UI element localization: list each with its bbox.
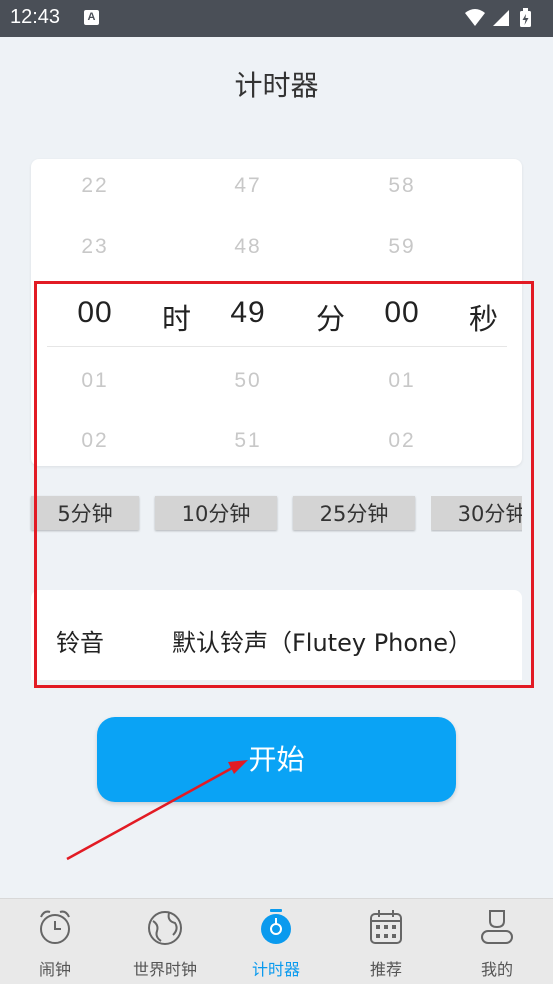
nav-item-world-clock[interactable]: 世界时钟 <box>110 899 220 984</box>
bottom-nav: 闹钟 世界时钟 计时器 推荐 我的 <box>0 898 553 984</box>
globe-icon <box>147 907 183 951</box>
nav-label-world-clock: 世界时钟 <box>132 960 197 979</box>
stopwatch-icon <box>258 907 294 951</box>
nav-label-alarm: 闹钟 <box>38 960 71 979</box>
annotation-arrow <box>66 760 248 861</box>
nav-item-recommend[interactable]: 推荐 <box>331 899 441 984</box>
calendar-icon <box>368 907 404 951</box>
nav-label-timer: 计时器 <box>251 960 300 979</box>
nav-item-mine[interactable]: 我的 <box>442 899 552 984</box>
nav-label-mine: 我的 <box>480 960 513 979</box>
nav-label-recommend: 推荐 <box>369 960 402 979</box>
person-icon <box>479 907 515 951</box>
alarm-clock-icon <box>37 907 73 951</box>
nav-item-timer[interactable]: 计时器 <box>221 899 331 984</box>
nav-item-alarm[interactable]: 闹钟 <box>0 899 110 984</box>
